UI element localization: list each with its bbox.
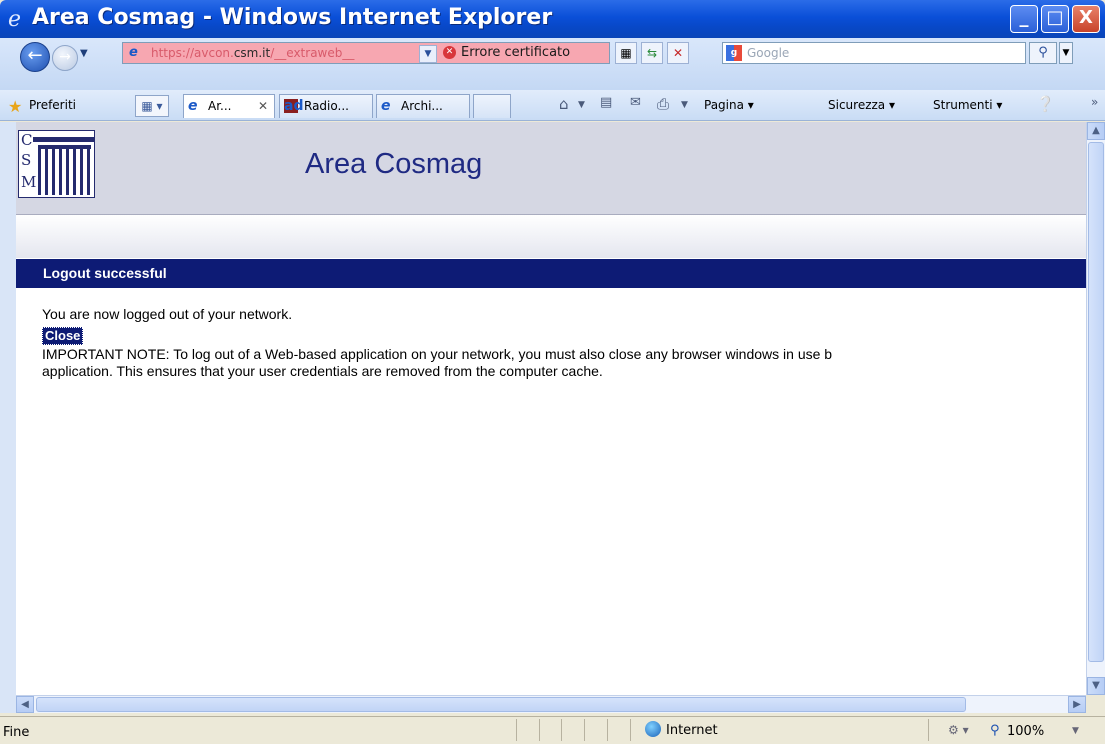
logged-out-message: You are now logged out of your network. xyxy=(42,306,293,322)
ie-window: e Area Cosmag - Windows Internet Explore… xyxy=(0,0,1105,744)
print-dropdown-icon[interactable]: ▼ xyxy=(681,100,688,110)
scroll-left-icon[interactable]: ◀ xyxy=(16,696,34,713)
chevron-more-icon[interactable]: » xyxy=(1091,95,1098,109)
close-window-button[interactable]: X xyxy=(1072,5,1100,33)
window-title: Area Cosmag - Windows Internet Explorer xyxy=(32,5,553,30)
header-subband xyxy=(16,215,1086,258)
address-dropdown-icon[interactable]: ▼ xyxy=(419,45,437,63)
minimize-button[interactable]: _ xyxy=(1010,5,1038,33)
zoom-dropdown-icon[interactable]: ▼ xyxy=(1072,726,1079,736)
radio-site-icon: ad xyxy=(284,98,304,114)
site-header: C S M Area Cosmag xyxy=(16,122,1086,215)
help-icon[interactable]: ❔ xyxy=(1036,95,1055,113)
important-note: IMPORTANT NOTE: To log out of a Web-base… xyxy=(42,346,1086,380)
search-icon[interactable]: ⚲ xyxy=(1029,42,1057,64)
forward-button[interactable]: → xyxy=(52,45,78,71)
zoom-level[interactable]: 100% xyxy=(1007,724,1044,739)
vertical-scroll-thumb[interactable] xyxy=(1088,142,1104,662)
menu-pagina-label: Pagina xyxy=(704,98,744,112)
search-input[interactable]: g Google xyxy=(722,42,1026,64)
tab-area-cosmag[interactable]: e Ar... ✕ xyxy=(183,94,275,118)
stop-icon[interactable]: ✕ xyxy=(667,42,689,64)
home-dropdown-icon[interactable]: ▼ xyxy=(578,100,585,110)
mail-icon[interactable]: ✉ xyxy=(630,95,641,110)
tab-and-command-bar: ★ Preferiti ▦ ▾ e Ar... ✕ ad Radio... e … xyxy=(0,90,1105,121)
tab-label: Radio... xyxy=(304,99,349,113)
internet-zone-icon xyxy=(645,721,661,737)
csm-logo: C S M xyxy=(18,130,95,198)
tab-radio[interactable]: ad Radio... xyxy=(279,94,373,118)
tab-archi[interactable]: e Archi... xyxy=(376,94,470,118)
scroll-up-icon[interactable]: ▲ xyxy=(1087,122,1105,140)
status-divider xyxy=(539,719,540,741)
vertical-scrollbar[interactable]: ▲ ▼ xyxy=(1086,122,1105,695)
menu-pagina[interactable]: Pagina ▾ xyxy=(704,98,754,112)
important-note-line1: IMPORTANT NOTE: To log out of a Web-base… xyxy=(42,346,833,362)
horizontal-scrollbar[interactable]: ◀ ▶ xyxy=(16,695,1086,713)
web-content: C S M Area Cosmag Logout successful You … xyxy=(16,122,1086,695)
message-title-bar: Logout successful xyxy=(16,259,1086,288)
left-frame-border xyxy=(0,122,16,713)
ie-logo-icon: e xyxy=(8,7,22,32)
address-bar[interactable]: e https://avcon.csm.it/__extraweb__ ▼ ✕ … xyxy=(122,42,610,64)
tab-label: Archi... xyxy=(401,99,443,113)
scroll-right-icon[interactable]: ▶ xyxy=(1068,696,1086,713)
address-toolbar: ← → ▼ e https://avcon.csm.it/__extraweb_… xyxy=(0,38,1105,90)
compatibility-icon[interactable]: ▦ xyxy=(615,42,637,64)
status-divider xyxy=(607,719,608,741)
scroll-down-icon[interactable]: ▼ xyxy=(1087,677,1105,695)
zoom-icon[interactable]: ⚲ xyxy=(990,723,1000,738)
status-divider xyxy=(561,719,562,741)
important-note-line2: application. This ensures that your user… xyxy=(42,363,603,379)
refresh-icon[interactable]: ⇆ xyxy=(641,42,663,64)
quick-tabs-button[interactable]: ▦ ▾ xyxy=(135,95,169,117)
status-divider xyxy=(516,719,517,741)
certificate-error-label[interactable]: Errore certificato xyxy=(461,45,570,60)
protected-mode-icon[interactable]: ⚙ ▾ xyxy=(948,723,969,737)
tab-label: Ar... xyxy=(208,99,232,113)
scrollbar-corner xyxy=(1086,695,1105,713)
status-divider xyxy=(928,719,929,741)
address-url[interactable]: https://avcon.csm.it/__extraweb__ xyxy=(151,46,354,60)
message-title: Logout successful xyxy=(43,265,167,281)
status-divider xyxy=(630,719,631,741)
title-bar[interactable]: e Area Cosmag - Windows Internet Explore… xyxy=(0,0,1105,38)
favorites-star-icon[interactable]: ★ xyxy=(8,97,22,116)
maximize-button[interactable]: □ xyxy=(1041,5,1069,33)
ie-page-icon: e xyxy=(188,98,198,114)
home-icon[interactable]: ⌂ xyxy=(559,95,569,113)
security-zone[interactable]: Internet xyxy=(666,723,718,738)
feeds-icon[interactable]: ▤ xyxy=(600,95,612,110)
status-text: Fine xyxy=(3,725,30,740)
new-tab-button[interactable] xyxy=(473,94,511,118)
site-title: Area Cosmag xyxy=(305,148,483,180)
certificate-error-icon[interactable]: ✕ xyxy=(443,46,456,59)
google-logo-icon: g xyxy=(726,45,742,61)
status-bar: Fine Internet ⚙ ▾ ⚲ 100% ▼ xyxy=(0,716,1105,744)
close-button[interactable]: Close xyxy=(42,327,84,345)
back-button[interactable]: ← xyxy=(20,42,50,72)
ie-page-icon: e xyxy=(381,98,391,114)
history-dropdown-icon[interactable]: ▼ xyxy=(80,48,88,59)
search-placeholder: Google xyxy=(747,46,790,60)
horizontal-scroll-thumb[interactable] xyxy=(36,697,966,712)
status-divider xyxy=(584,719,585,741)
menu-sicurezza-label: Sicurezza xyxy=(828,98,886,112)
close-tab-icon[interactable]: ✕ xyxy=(258,95,268,117)
favorites-button[interactable]: Preferiti xyxy=(29,98,76,112)
menu-sicurezza[interactable]: Sicurezza ▾ xyxy=(828,98,895,112)
menu-strumenti[interactable]: Strumenti ▾ xyxy=(933,98,1002,112)
search-options-icon[interactable]: ▼ xyxy=(1059,42,1073,64)
page-ie-icon: e xyxy=(129,45,138,60)
menu-strumenti-label: Strumenti xyxy=(933,98,993,112)
print-icon[interactable]: ⎙ xyxy=(657,95,669,113)
